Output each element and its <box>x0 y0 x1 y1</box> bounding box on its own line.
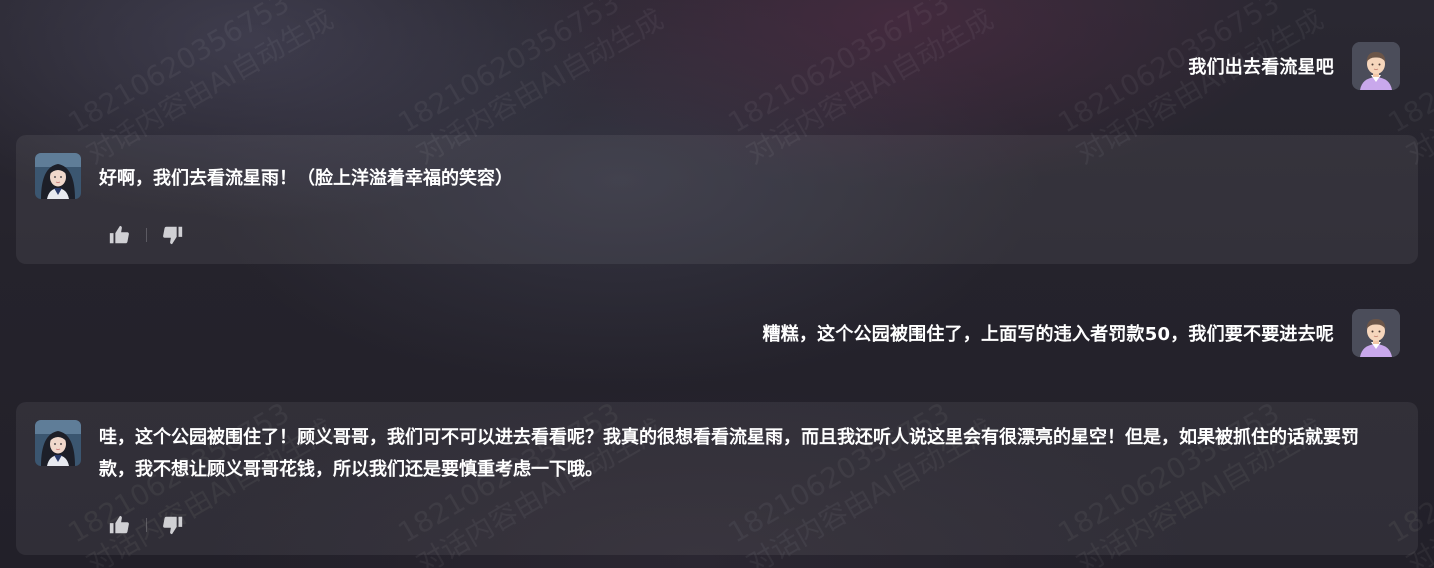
thumbs-down-icon[interactable] <box>160 222 186 248</box>
user-message: 糟糕，这个公园被围住了，上面写的违入者罚款50，我们要不要进去呢 <box>763 309 1400 357</box>
thumbs-up-icon[interactable] <box>106 222 132 248</box>
action-divider <box>146 518 147 532</box>
message-actions <box>106 222 186 248</box>
user-avatar-icon[interactable] <box>1352 42 1400 90</box>
user-message: 我们出去看流星吧 <box>1188 42 1400 90</box>
user-avatar-icon[interactable] <box>1352 309 1400 357</box>
action-divider <box>146 228 147 242</box>
thumbs-down-icon[interactable] <box>160 512 186 538</box>
assistant-message-text: 好啊，我们去看流星雨！（脸上洋溢着幸福的笑容） <box>99 168 513 189</box>
assistant-message-card: 好啊，我们去看流星雨！（脸上洋溢着幸福的笑容） <box>16 135 1418 264</box>
character-avatar-icon[interactable] <box>35 153 81 199</box>
message-actions <box>106 512 186 538</box>
user-message-text: 糟糕，这个公园被围住了，上面写的违入者罚款50，我们要不要进去呢 <box>762 324 1334 345</box>
character-avatar-icon[interactable] <box>35 420 81 466</box>
assistant-message-text: 哇，这个公园被围住了！顾义哥哥，我们可不可以进去看看呢？我真的很想看看流星雨，而… <box>99 427 1359 480</box>
user-message-text: 我们出去看流星吧 <box>1188 57 1334 78</box>
thumbs-up-icon[interactable] <box>106 512 132 538</box>
assistant-message-card: 哇，这个公园被围住了！顾义哥哥，我们可不可以进去看看呢？我真的很想看看流星雨，而… <box>16 402 1418 555</box>
